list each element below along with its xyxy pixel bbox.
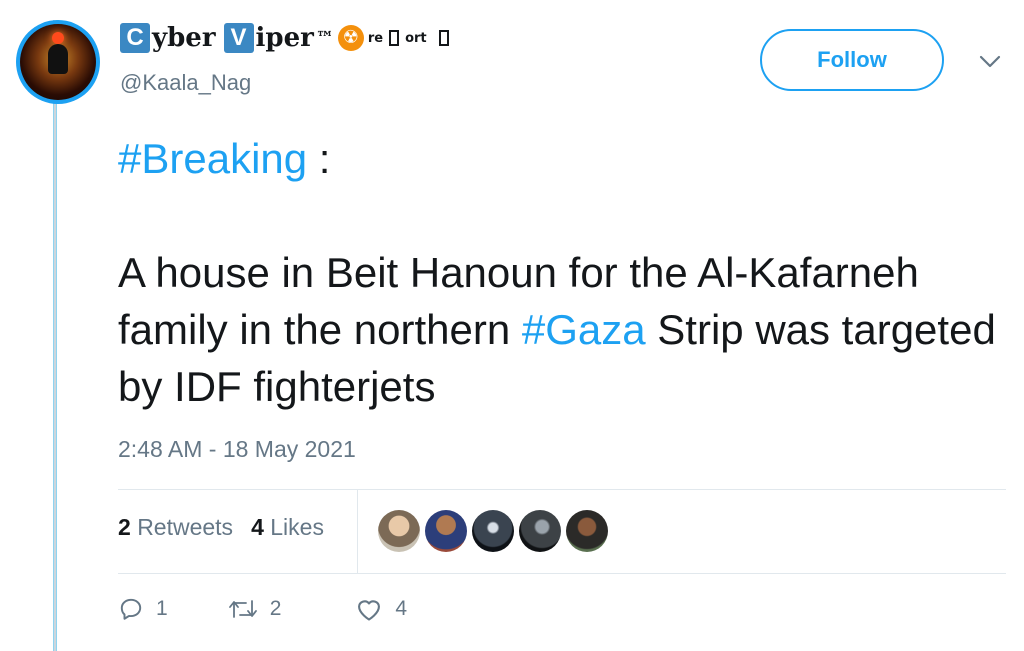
missing-glyph-icon bbox=[389, 30, 400, 46]
tweet-actions: 1 2 4 bbox=[118, 596, 407, 622]
name-superscript-re: re bbox=[367, 30, 384, 46]
tweet-colon: : bbox=[307, 135, 331, 182]
name-boxed-letter-c: C bbox=[120, 23, 150, 53]
display-name[interactable]: C yber V iper ™ ☢ re ort bbox=[120, 18, 451, 58]
retweet-icon bbox=[228, 600, 257, 618]
likes-count: 4 bbox=[251, 514, 264, 540]
tweet-text: #Breaking : A house in Beit Hanoun for t… bbox=[118, 130, 998, 415]
liker-avatar[interactable] bbox=[519, 510, 561, 552]
retweets-label: Retweets bbox=[137, 514, 234, 540]
thread-line-cap bbox=[53, 0, 57, 20]
tweet-body: A house in Beit Hanoun for the Al-Kafarn… bbox=[118, 244, 998, 415]
avatar-mark bbox=[52, 32, 64, 44]
reply-count: 1 bbox=[156, 597, 168, 620]
retweets-stat[interactable]: 2 Retweets bbox=[118, 514, 233, 541]
retweets-count: 2 bbox=[118, 514, 131, 540]
name-boxed-letter-v: V bbox=[223, 23, 254, 53]
divider-top bbox=[118, 489, 1006, 490]
retweet-action[interactable]: 2 bbox=[228, 596, 282, 622]
tweet-timestamp[interactable]: 2:48 AM - 18 May 2021 bbox=[118, 436, 356, 463]
liker-avatar[interactable] bbox=[378, 510, 420, 552]
avatar[interactable] bbox=[16, 20, 100, 104]
name-superscript-ort: ort bbox=[405, 30, 427, 46]
liker-avatar[interactable] bbox=[472, 510, 514, 552]
liker-avatars bbox=[378, 510, 608, 552]
engagement-stats: 2 Retweets 4 Likes bbox=[118, 514, 324, 541]
likes-label: Likes bbox=[270, 514, 324, 540]
avatar-image bbox=[20, 24, 96, 100]
liker-avatar[interactable] bbox=[425, 510, 467, 552]
stats-separator bbox=[357, 490, 358, 573]
user-handle[interactable]: @Kaala_Nag bbox=[120, 70, 251, 96]
likes-stat[interactable]: 4 Likes bbox=[251, 514, 324, 541]
trademark-symbol: ™ bbox=[315, 27, 334, 49]
liker-avatar[interactable] bbox=[566, 510, 608, 552]
retweet-count: 2 bbox=[269, 597, 282, 620]
hashtag-breaking[interactable]: #Breaking bbox=[118, 135, 307, 182]
divider-bottom bbox=[118, 573, 1006, 574]
reply-icon bbox=[120, 598, 142, 620]
chevron-down-icon[interactable] bbox=[978, 54, 1002, 70]
like-count: 4 bbox=[395, 597, 408, 620]
name-part-yber: yber bbox=[152, 23, 216, 53]
heart-icon bbox=[358, 600, 381, 621]
tweet-line-breaking: #Breaking : bbox=[118, 130, 998, 187]
name-part-iper: iper bbox=[255, 23, 314, 53]
missing-glyph-icon bbox=[438, 30, 449, 46]
follow-button[interactable]: Follow bbox=[760, 29, 944, 91]
avatar-figure bbox=[48, 44, 68, 74]
like-action[interactable]: 4 bbox=[355, 596, 407, 622]
reply-action[interactable]: 1 bbox=[118, 596, 168, 622]
radioactive-icon: ☢ bbox=[337, 25, 364, 51]
hashtag-gaza[interactable]: #Gaza bbox=[522, 306, 646, 353]
